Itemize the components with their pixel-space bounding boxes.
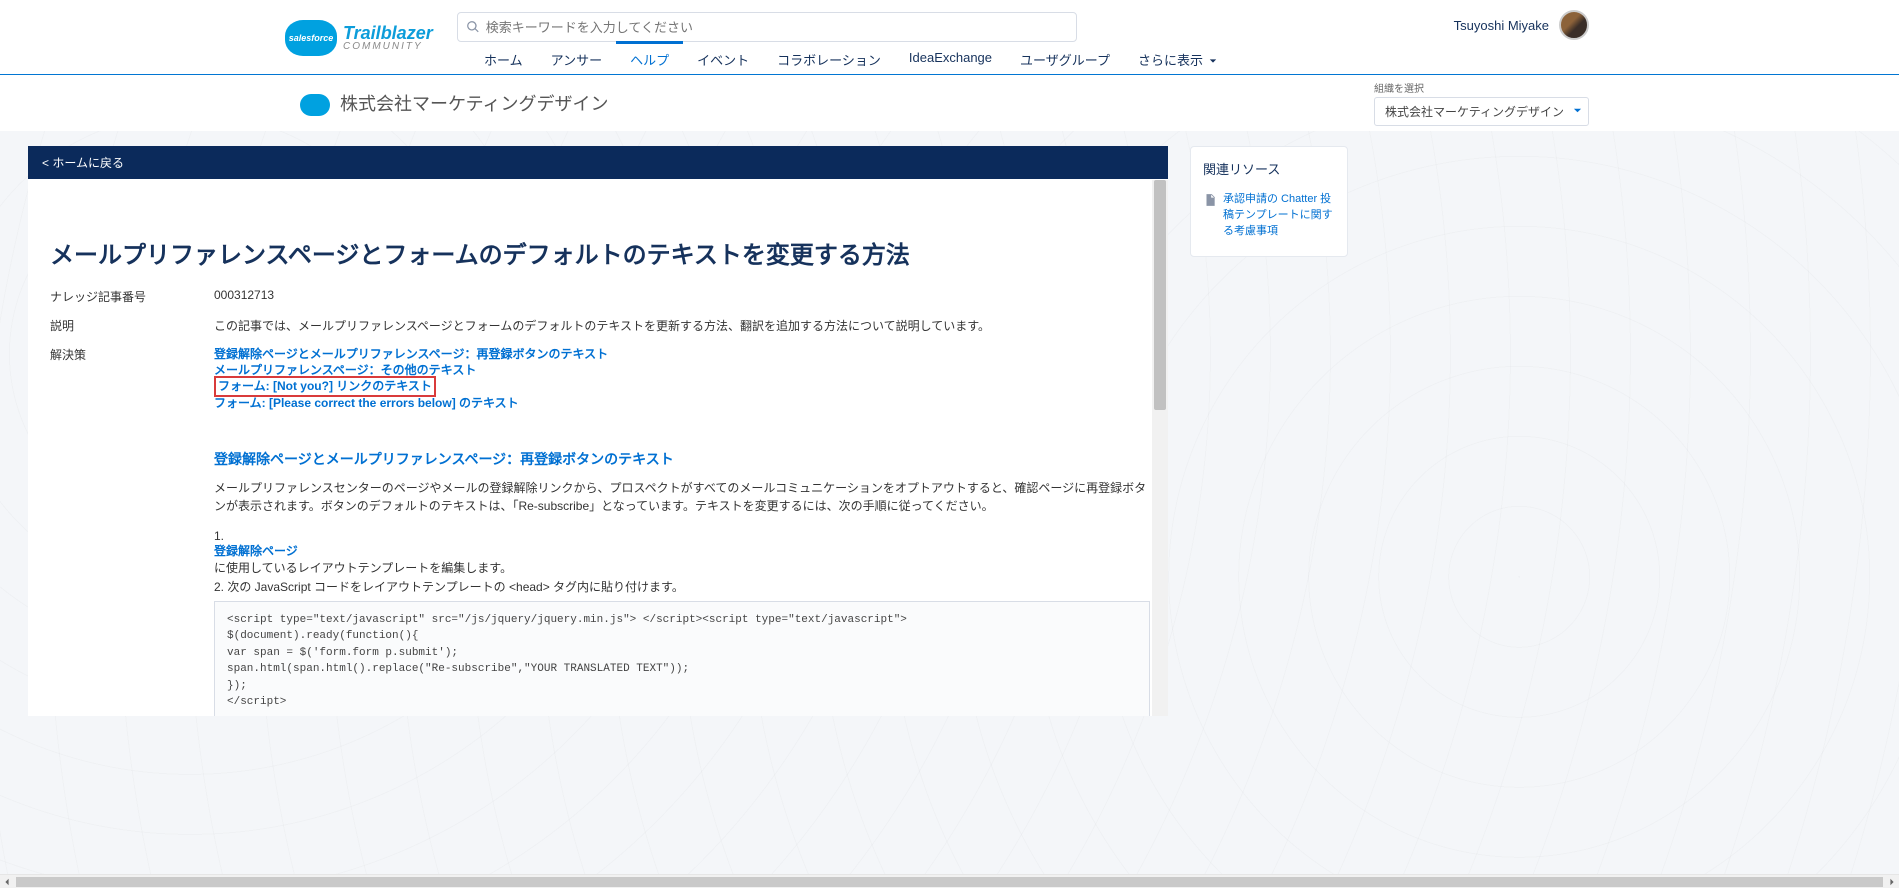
org-bar: 株式会社マーケティングデザイン 組織を選択 株式会社マーケティングデザイン [0,75,1899,131]
scroll-left-arrow[interactable] [0,875,14,889]
back-link[interactable]: < ホームに戻る [42,156,124,170]
nav-ideaexchange[interactable]: IdeaExchange [895,44,1006,81]
org-cloud-icon [300,94,330,116]
knowledge-number-value: 000312713 [214,288,1150,305]
step-1: 1. 登録解除ページに使用しているレイアウトテンプレートを編集します。 [214,529,1150,576]
nav-help[interactable]: ヘルプ [616,41,683,81]
logo[interactable]: salesforce Trailblazer COMMUNITY [285,20,433,56]
scrollbar-track[interactable] [16,877,1883,887]
org-select[interactable]: 株式会社マーケティングデザイン [1374,97,1589,126]
org-name: 株式会社マーケティングデザイン [340,90,609,116]
code-block: <script type="text/javascript" src="/js/… [214,601,1150,716]
article-title: メールプリファレンスページとフォームのデフォルトのテキストを変更する方法 [50,235,1150,270]
related-resources-title: 関連リソース [1203,159,1335,178]
scrollbar-thumb[interactable] [1154,180,1166,410]
nav-usergroup[interactable]: ユーザグループ [1006,44,1124,81]
top-bar: salesforce Trailblazer COMMUNITY ホーム アンサ… [0,0,1899,75]
user-menu[interactable]: Tsuyoshi Miyake [1454,10,1589,40]
scrollbar-thumb[interactable] [16,877,1883,887]
org-select-label: 組織を選択 [1374,80,1589,95]
related-resources-card: 関連リソース 承認申請の Chatter 投稿テンプレートに関する考慮事項 [1190,146,1348,257]
nav-home[interactable]: ホーム [470,44,537,81]
nav-answer[interactable]: アンサー [537,44,616,81]
description-value: この記事では、メールプリファレンスページとフォームのデフォルトのテキストを更新す… [214,317,1150,334]
trailblazer-logo-text: Trailblazer COMMUNITY [343,24,433,52]
salesforce-cloud-icon: salesforce [285,20,337,56]
document-icon [1203,192,1217,208]
solution-label: 解決策 [50,346,214,716]
avatar[interactable] [1559,10,1589,40]
nav-event[interactable]: イベント [683,44,763,81]
back-banner: < ホームに戻る [28,146,1168,179]
nav-more[interactable]: さらに表示 [1124,44,1231,81]
nav-collab[interactable]: コラボレーション [763,44,895,81]
search-box[interactable] [457,12,1077,42]
step-2: 2. 次の JavaScript コードをレイアウトテンプレートの <head>… [214,578,1150,595]
main-nav: ホーム アンサー ヘルプ イベント コラボレーション IdeaExchange … [470,44,1231,81]
horizontal-scrollbar[interactable] [0,874,1899,888]
unsubscribe-page-link[interactable]: 登録解除ページ [214,543,1150,559]
description-label: 説明 [50,317,214,334]
solution-link-1[interactable]: 登録解除ページとメールプリファレンスページ：再登録ボタンのテキスト [214,346,1150,362]
chevron-down-icon [1573,106,1582,115]
solution-links: 登録解除ページとメールプリファレンスページ：再登録ボタンのテキスト メールプリフ… [214,346,1150,716]
knowledge-number-label: ナレッジ記事番号 [50,288,214,305]
related-resource-link[interactable]: 承認申請の Chatter 投稿テンプレートに関する考慮事項 [1223,192,1335,240]
article-panel: < ホームに戻る メールプリファレンスページとフォームのデフォルトのテキストを変… [28,146,1168,716]
solution-link-3[interactable]: フォーム: [Not you?] リンクのテキスト [214,378,1150,394]
user-name-label: Tsuyoshi Miyake [1454,18,1549,33]
vertical-scrollbar[interactable] [1152,180,1168,716]
search-input[interactable] [486,20,1068,35]
content-area: < ホームに戻る メールプリファレンスページとフォームのデフォルトのテキストを変… [0,131,1899,874]
search-icon [466,20,480,34]
section-1-heading: 登録解除ページとメールプリファレンスページ：再登録ボタンのテキスト [214,449,1150,469]
chevron-down-icon [1209,57,1217,65]
section-1-paragraph: メールプリファレンスセンターのページやメールの登録解除リンクから、プロスペクトが… [214,479,1150,515]
solution-link-4[interactable]: フォーム: [Please correct the errors below] … [214,395,1150,411]
scroll-right-arrow[interactable] [1885,875,1899,889]
